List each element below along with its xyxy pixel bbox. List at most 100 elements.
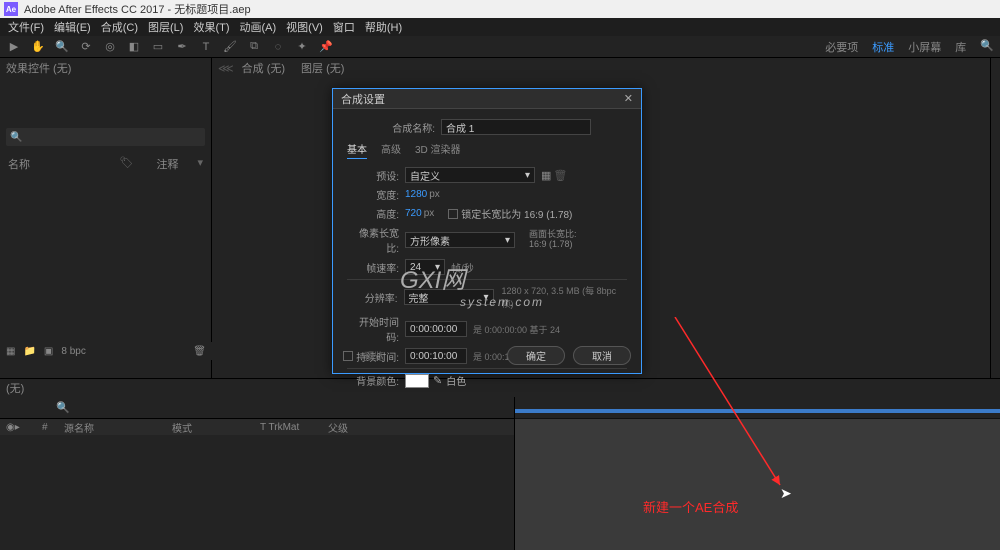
col-source: 源名称 bbox=[64, 420, 164, 435]
preset-label: 预设: bbox=[347, 168, 399, 183]
menu-view[interactable]: 视图(V) bbox=[282, 19, 327, 35]
annotation-text: 新建一个AE合成 bbox=[643, 497, 738, 516]
hand-tool-icon[interactable]: ✋ bbox=[30, 39, 46, 55]
panel-menu-icon[interactable]: ▾ bbox=[197, 156, 203, 172]
ws-standard[interactable]: 标准 bbox=[872, 39, 894, 55]
bg-color-swatch[interactable] bbox=[405, 374, 429, 388]
search-icon[interactable]: 🔍 bbox=[980, 39, 994, 55]
menu-edit[interactable]: 编辑(E) bbox=[50, 19, 95, 35]
rotate-tool-icon[interactable]: ⟳ bbox=[78, 39, 94, 55]
preview-label: 预览 bbox=[364, 348, 384, 363]
timeline-panel: (无) 🔍 ◉▸ # 源名称 模式 T TrkMat 父级 ➤ 新建 bbox=[0, 378, 1000, 550]
trash-icon[interactable]: 🗑 bbox=[193, 346, 206, 357]
col-name[interactable]: 名称 bbox=[8, 156, 120, 172]
av-flags: ◉▸ bbox=[6, 422, 34, 433]
comp-name-label: 合成名称: bbox=[383, 120, 435, 135]
col-trkmat: T TrkMat bbox=[260, 422, 320, 433]
bg-color-label: 背景颜色: bbox=[347, 373, 399, 388]
work-area-bar[interactable] bbox=[515, 409, 1000, 413]
height-label: 高度: bbox=[347, 206, 399, 221]
roto-tool-icon[interactable]: ✦ bbox=[294, 39, 310, 55]
resolution-note: 1280 x 720, 3.5 MB (每 8bpc 帧) bbox=[502, 284, 627, 310]
close-icon[interactable]: ✕ bbox=[624, 92, 633, 105]
lock-aspect-checkbox[interactable] bbox=[448, 209, 458, 219]
eyedropper-icon[interactable]: ✎ bbox=[433, 374, 442, 387]
frame-aspect-label: 画面长宽比: bbox=[529, 229, 577, 239]
timeline-search-icon[interactable]: 🔍 bbox=[56, 401, 70, 414]
lock-aspect-label: 锁定长宽比为 16:9 (1.78) bbox=[461, 206, 572, 221]
search-icon: 🔍 bbox=[10, 132, 22, 143]
fps-label: 帧速率: bbox=[347, 260, 399, 275]
frame-aspect-value: 16:9 (1.78) bbox=[529, 239, 573, 249]
menu-layer[interactable]: 图层(L) bbox=[144, 19, 187, 35]
preview-checkbox[interactable] bbox=[343, 351, 353, 361]
save-preset-icon[interactable]: ▦ bbox=[541, 169, 551, 182]
project-panel: 效果控件 (无) 🔍 名称 🏷 注释 ▾ ▦ 📁 ▣ 8 bpc 🗑 bbox=[0, 58, 212, 378]
fps-select[interactable]: 24▾ bbox=[405, 259, 445, 275]
timeline-graph[interactable]: ➤ 新建一个AE合成 bbox=[515, 397, 1000, 550]
toolbar: ▶ ✋ 🔍 ⟳ ◎ ◧ ▭ ✒ T 🖌 ⧉ ◌ ✦ 📌 必要项 标准 小屏幕 库… bbox=[0, 36, 1000, 58]
menu-anim[interactable]: 动画(A) bbox=[236, 19, 281, 35]
right-dock bbox=[990, 58, 1000, 378]
pen-tool-icon[interactable]: ✒ bbox=[174, 39, 190, 55]
tab-advanced[interactable]: 高级 bbox=[381, 141, 401, 159]
preset-select[interactable]: 自定义▾ bbox=[405, 167, 535, 183]
dialog-title: 合成设置 bbox=[341, 91, 385, 107]
rect-tool-icon[interactable]: ▭ bbox=[150, 39, 166, 55]
menu-help[interactable]: 帮助(H) bbox=[361, 19, 406, 35]
tag-icon: 🏷 bbox=[120, 156, 134, 172]
selection-tool-icon[interactable]: ▶ bbox=[6, 39, 22, 55]
composition-settings-dialog: 合成设置 ✕ 合成名称: 基本 高级 3D 渲染器 预设: 自定义▾ ▦ 🗑 宽… bbox=[332, 88, 642, 374]
new-comp-icon[interactable]: ▣ bbox=[44, 346, 53, 357]
height-value[interactable]: 720 bbox=[405, 208, 422, 219]
col-parent: 父级 bbox=[328, 420, 348, 435]
ok-button[interactable]: 确定 bbox=[507, 346, 565, 365]
delete-preset-icon[interactable]: 🗑 bbox=[553, 169, 567, 182]
start-timecode-input[interactable] bbox=[405, 321, 467, 337]
col-mode: 模式 bbox=[172, 420, 252, 435]
menu-file[interactable]: 文件(F) bbox=[4, 19, 48, 35]
ws-small[interactable]: 小屏幕 bbox=[908, 39, 941, 55]
new-folder-icon[interactable]: 📁 bbox=[23, 346, 35, 357]
comp-tab[interactable]: 合成 (无) bbox=[242, 60, 285, 76]
clone-tool-icon[interactable]: ⧉ bbox=[246, 39, 262, 55]
menu-effect[interactable]: 效果(T) bbox=[189, 19, 233, 35]
width-label: 宽度: bbox=[347, 187, 399, 202]
app-icon: Ae bbox=[4, 2, 18, 16]
ws-essentials[interactable]: 必要项 bbox=[825, 39, 858, 55]
pan-behind-tool-icon[interactable]: ◧ bbox=[126, 39, 142, 55]
par-select[interactable]: 方形像素▾ bbox=[405, 232, 515, 248]
project-search[interactable]: 🔍 bbox=[6, 128, 205, 146]
bg-color-name: 白色 bbox=[446, 373, 466, 388]
titlebar: Ae Adobe After Effects CC 2017 - 无标题项目.a… bbox=[0, 0, 1000, 18]
brush-tool-icon[interactable]: 🖌 bbox=[222, 39, 238, 55]
zoom-tool-icon[interactable]: 🔍 bbox=[54, 39, 70, 55]
ws-library[interactable]: 库 bbox=[955, 39, 966, 55]
tab-basic[interactable]: 基本 bbox=[347, 141, 367, 159]
start-note: 是 0:00:00:00 基于 24 bbox=[473, 323, 560, 336]
bpc-label[interactable]: 8 bpc bbox=[61, 346, 85, 357]
col-num: # bbox=[42, 422, 56, 433]
col-remark[interactable]: 注释 bbox=[137, 156, 197, 172]
camera-tool-icon[interactable]: ◎ bbox=[102, 39, 118, 55]
menu-comp[interactable]: 合成(C) bbox=[97, 19, 142, 35]
resolution-label: 分辨率: bbox=[347, 290, 398, 305]
effects-tab[interactable]: 效果控件 (无) bbox=[6, 60, 71, 76]
window-title: Adobe After Effects CC 2017 - 无标题项目.aep bbox=[24, 1, 251, 17]
text-tool-icon[interactable]: T bbox=[198, 39, 214, 55]
puppet-tool-icon[interactable]: 📌 bbox=[318, 39, 334, 55]
par-label: 像素长宽比: bbox=[347, 225, 399, 255]
layer-tab[interactable]: 图层 (无) bbox=[301, 60, 344, 76]
timeline-tab[interactable]: (无) bbox=[6, 380, 24, 396]
menubar: 文件(F) 编辑(E) 合成(C) 图层(L) 效果(T) 动画(A) 视图(V… bbox=[0, 18, 1000, 36]
cancel-button[interactable]: 取消 bbox=[573, 346, 631, 365]
menu-window[interactable]: 窗口 bbox=[329, 19, 359, 35]
resolution-select[interactable]: 完整▾ bbox=[404, 289, 494, 305]
interpret-icon[interactable]: ▦ bbox=[6, 346, 15, 357]
cursor-icon: ➤ bbox=[780, 485, 792, 502]
start-timecode-label: 开始时间码: bbox=[347, 314, 399, 344]
tab-3d-renderer[interactable]: 3D 渲染器 bbox=[415, 141, 461, 159]
eraser-tool-icon[interactable]: ◌ bbox=[270, 39, 286, 55]
width-value[interactable]: 1280 bbox=[405, 189, 427, 200]
comp-name-input[interactable] bbox=[441, 119, 591, 135]
